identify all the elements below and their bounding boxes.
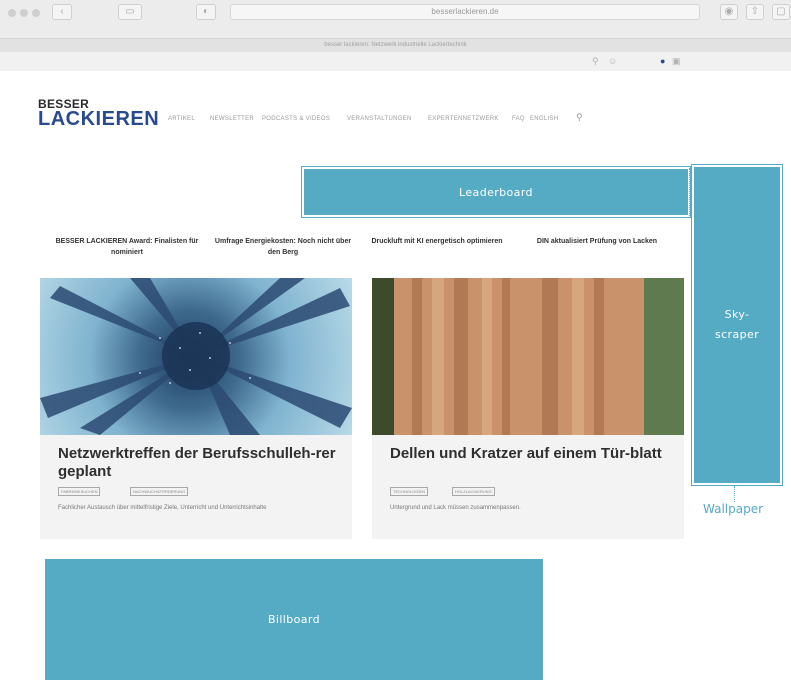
- browser-toolbar: ‹ ▭ ◐ besserlackieren.de ◉ ⇧ ▢: [0, 0, 791, 38]
- wallpaper-connector: [734, 486, 735, 502]
- teaser-headline[interactable]: BESSER LACKIEREN Award: Finalisten für n…: [52, 236, 202, 258]
- tab-title: besser lackieren: Netzwerk industrielle …: [324, 42, 467, 48]
- nav-item-artikel[interactable]: ARTIKEL: [168, 116, 195, 122]
- billboard-ad[interactable]: Billboard: [45, 559, 543, 680]
- nav-item-english[interactable]: ENGLISH: [530, 116, 558, 122]
- notification-icon[interactable]: ●: [660, 56, 665, 66]
- teaser-headline[interactable]: DIN aktualisiert Prüfung von Lacken: [522, 236, 672, 247]
- cart-icon[interactable]: ▣: [672, 56, 681, 67]
- nav-item-veranstaltungen[interactable]: VERANSTALTUNGEN: [347, 116, 412, 122]
- search-icon[interactable]: ⚲: [576, 112, 583, 123]
- logo-line-2[interactable]: LACKIEREN: [38, 108, 159, 131]
- nav-item-faq[interactable]: FAQ: [512, 116, 525, 122]
- language-icon[interactable]: ⚲: [592, 56, 599, 67]
- article-tag[interactable]: TECHNOLOGIEN: [390, 487, 429, 496]
- teaser-headline[interactable]: Druckluft mit KI energetisch optimieren: [362, 236, 512, 247]
- browser-chrome: ‹ ▭ ◐ besserlackieren.de ◉ ⇧ ▢ besser la…: [0, 0, 791, 71]
- window-minimize-dot[interactable]: [20, 9, 28, 17]
- article-tag[interactable]: FABRIKBESUCHEN: [58, 487, 101, 496]
- article-title[interactable]: Netzwerktreffen der Berufsschulleh-rer g…: [58, 445, 348, 481]
- window-close-dot[interactable]: [8, 9, 16, 17]
- window-zoom-dot[interactable]: [32, 9, 40, 17]
- user-icon[interactable]: ☺: [608, 56, 617, 66]
- article-title[interactable]: Dellen und Kratzer auf einem Tür-blatt: [390, 445, 680, 463]
- browser-tab[interactable]: besser lackieren: Netzwerk industrielle …: [0, 38, 791, 52]
- leaderboard-connector: [689, 168, 690, 218]
- article-tag[interactable]: HOLZLACKIERUNG: [452, 487, 495, 496]
- leaderboard-ad[interactable]: Leaderboard: [304, 169, 688, 215]
- back-icon[interactable]: ‹: [52, 4, 72, 20]
- leaderboard-label: Leaderboard: [459, 185, 533, 199]
- skyscraper-label: Sky- scraper: [714, 308, 760, 341]
- article-image-hands[interactable]: [40, 278, 352, 435]
- wallpaper-label: Wallpaper: [703, 502, 764, 516]
- hands-illustration: [40, 278, 352, 435]
- sidebar-icon[interactable]: ▭: [118, 4, 142, 20]
- url-text: besserlackieren.de: [431, 7, 499, 16]
- article-summary: Fachlicher Austausch über mittelfristige…: [58, 505, 267, 511]
- teaser-headline[interactable]: Umfrage Energiekosten: Noch nicht über d…: [208, 236, 358, 258]
- door-illustration: [372, 278, 684, 435]
- share-icon[interactable]: ⇧: [746, 4, 764, 20]
- article-card[interactable]: Netzwerktreffen der Berufsschulleh-rer g…: [40, 435, 352, 539]
- site-utility-row: ⚲ ☺ ● ▣: [0, 52, 791, 71]
- article-card[interactable]: Dellen und Kratzer auf einem Tür-blatt T…: [372, 435, 684, 539]
- address-bar[interactable]: besserlackieren.de: [230, 4, 700, 20]
- article-summary: Untergrund und Lack müssen zusammenpasse…: [390, 505, 521, 511]
- nav-item-expertennetzwerk[interactable]: EXPERTENNETZWERK: [428, 116, 499, 122]
- nav-item-podcasts[interactable]: PODCASTS & VIDEOS: [262, 116, 330, 122]
- privacy-icon[interactable]: ◐: [196, 4, 216, 20]
- extension-icon[interactable]: ◉: [720, 4, 738, 20]
- skyscraper-ad[interactable]: Sky- scraper: [694, 167, 780, 483]
- nav-item-newsletter[interactable]: NEWSLETTER: [210, 116, 254, 122]
- billboard-label: Billboard: [267, 613, 321, 626]
- article-image-door[interactable]: [372, 278, 684, 435]
- tabs-icon[interactable]: ▢: [772, 4, 790, 20]
- article-tag[interactable]: NACHWUCHSFÖRDERUNG: [130, 487, 189, 496]
